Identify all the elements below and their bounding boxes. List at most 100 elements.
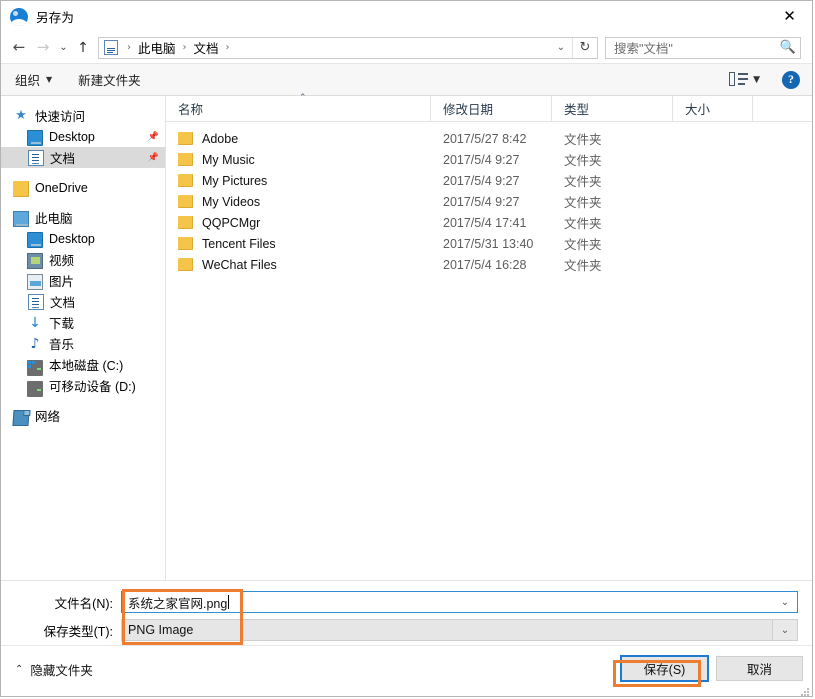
search-input[interactable]: 搜索"文档"	[606, 38, 776, 57]
table-row[interactable]: My Pictures 2017/5/4 9:27 文件夹	[166, 170, 812, 191]
command-bar-right: ▼ ?	[729, 70, 812, 89]
sidebar-item--[interactable]: 网络	[1, 405, 165, 426]
sidebar-item--[interactable]: 文档	[1, 291, 165, 312]
sidebar-item-onedrive[interactable]: OneDrive	[1, 177, 165, 198]
sidebar-item-desktop[interactable]: Desktop 📌	[1, 126, 165, 147]
file-name-cell: QQPCMgr	[166, 216, 431, 230]
file-type-cell: 文件夹	[564, 196, 602, 210]
sidebar-item-label: 视频	[49, 254, 75, 268]
file-name-text: QQPCMgr	[202, 215, 261, 230]
recent-locations-button[interactable]: ⌄	[55, 36, 72, 60]
sidebar-item--c-[interactable]: 本地磁盘 (C:)	[1, 354, 165, 376]
table-row[interactable]: Adobe 2017/5/27 8:42 文件夹	[166, 128, 812, 149]
sidebar-item-label: 下载	[49, 317, 75, 331]
column-header-spacer	[753, 96, 812, 121]
document-icon	[28, 150, 44, 166]
sidebar-item-label: 文档	[50, 152, 76, 166]
file-name-text: Adobe	[202, 131, 239, 146]
title-bar: 另存为 ✕	[1, 1, 812, 32]
filename-label: 文件名(N):	[54, 596, 113, 611]
document-icon	[28, 294, 44, 310]
organize-button[interactable]: 组织 ▼	[15, 70, 52, 89]
table-row[interactable]: Tencent Files 2017/5/31 13:40 文件夹	[166, 233, 812, 254]
chevron-down-icon[interactable]: ⌄	[550, 38, 572, 58]
sidebar-item--d-[interactable]: 可移动设备 (D:)	[1, 375, 165, 397]
command-bar: 组织 ▼ 新建文件夹 ▼ ?	[1, 63, 812, 96]
filename-input[interactable]: 系统之家官网.png	[122, 593, 773, 612]
sidebar-item-desktop[interactable]: Desktop	[1, 228, 165, 249]
column-header-size-label: 大小	[685, 103, 711, 117]
hide-folders-label: 隐藏文件夹	[30, 664, 93, 678]
breadcrumb-bar[interactable]: › 此电脑 › 文档 › ⌄ ↻	[98, 36, 598, 59]
back-button[interactable]: ←	[7, 36, 31, 60]
dialog-footer: ⌃ 隐藏文件夹 保存(S) 取消	[1, 645, 812, 696]
table-row[interactable]: My Videos 2017/5/4 9:27 文件夹	[166, 191, 812, 212]
file-type-cell: 文件夹	[564, 238, 602, 252]
column-header-name[interactable]: ⌃ 名称	[166, 93, 431, 121]
hide-folders-toggle[interactable]: ⌃ 隐藏文件夹	[15, 660, 93, 679]
file-type-cell: 文件夹	[564, 154, 602, 168]
video-icon	[27, 252, 43, 269]
save-button[interactable]: 保存(S)	[620, 655, 709, 682]
breadcrumb-separator-0: ›	[127, 42, 131, 53]
refresh-icon[interactable]: ↻	[572, 37, 597, 58]
sidebar-item-label: OneDrive	[35, 180, 88, 195]
photos-app-icon	[10, 7, 28, 26]
cancel-button[interactable]: 取消	[716, 656, 803, 681]
up-button[interactable]: ↑	[72, 36, 94, 60]
sidebar-item--[interactable]: ↓ 下载	[1, 312, 165, 333]
forward-button[interactable]: →	[31, 36, 55, 60]
table-row[interactable]: My Music 2017/5/4 9:27 文件夹	[166, 149, 812, 170]
sidebar-item--[interactable]: 图片	[1, 270, 165, 291]
sidebar-item--[interactable]: 文档 📌	[1, 147, 165, 168]
view-layout-icon[interactable]	[729, 72, 749, 87]
sidebar-item-label: 网络	[35, 410, 61, 424]
file-name-cell: Tencent Files	[166, 237, 431, 251]
sidebar-item--[interactable]: ★ 快速访问	[1, 105, 165, 126]
search-box[interactable]: 搜索"文档" 🔍	[605, 36, 801, 59]
music-icon: ♪	[30, 335, 40, 352]
filename-row: 文件名(N): 系统之家官网.png ⌄	[1, 591, 798, 613]
drive-icon	[27, 359, 43, 376]
close-icon[interactable]: ✕	[767, 1, 812, 31]
chevron-down-icon[interactable]: ⌄	[773, 592, 797, 612]
sidebar-item-label: 文档	[50, 296, 76, 310]
table-row[interactable]: QQPCMgr 2017/5/4 17:41 文件夹	[166, 212, 812, 233]
resize-grip[interactable]	[799, 686, 809, 696]
column-header-size[interactable]: 大小	[673, 96, 753, 121]
folder-icon	[178, 174, 193, 187]
breadcrumb-documents[interactable]: 文档	[192, 38, 221, 57]
organize-label: 组织	[15, 74, 41, 88]
sidebar-item-label: 可移动设备 (D:)	[49, 380, 136, 394]
breadcrumb-this-pc[interactable]: 此电脑	[136, 38, 178, 57]
sidebar-item--[interactable]: ♪ 音乐	[1, 333, 165, 354]
nav-group-spacer	[1, 198, 165, 207]
column-header-type[interactable]: 类型	[552, 96, 673, 121]
chevron-down-icon[interactable]: ▼	[753, 75, 760, 85]
pin-icon[interactable]: 📌	[148, 153, 159, 163]
nav-group-spacer	[1, 168, 165, 177]
filetype-combobox[interactable]: PNG Image ⌄	[121, 619, 798, 641]
documents-icon	[104, 40, 118, 55]
network-icon	[12, 409, 30, 426]
chevron-down-icon[interactable]: ⌄	[773, 620, 797, 640]
new-folder-button[interactable]: 新建文件夹	[78, 70, 141, 89]
sidebar-item--[interactable]: 视频	[1, 249, 165, 270]
star-icon: ★	[15, 107, 27, 123]
monitor-icon	[27, 231, 43, 248]
file-date-cell: 2017/5/4 17:41	[443, 215, 527, 230]
help-icon[interactable]: ?	[782, 70, 800, 89]
breadcrumb-separator-2[interactable]: ›	[221, 42, 235, 53]
column-header-date-label: 修改日期	[443, 103, 494, 117]
filetype-value: PNG Image	[122, 620, 773, 640]
pin-icon[interactable]: 📌	[148, 132, 159, 142]
file-type-cell: 文件夹	[564, 175, 602, 189]
folder-icon	[178, 258, 193, 271]
column-header-date[interactable]: 修改日期	[431, 96, 552, 121]
picture-icon	[27, 273, 43, 290]
filename-combobox[interactable]: 系统之家官网.png ⌄	[121, 591, 798, 613]
sidebar-item--[interactable]: 此电脑	[1, 207, 165, 228]
table-row[interactable]: WeChat Files 2017/5/4 16:28 文件夹	[166, 254, 812, 275]
dialog-content: ★ 快速访问 Desktop 📌 文档 📌 OneDrive 此电脑 Desktop 视频 图片 文档…	[1, 93, 812, 580]
breadcrumb-separator-1: ›	[182, 42, 187, 53]
